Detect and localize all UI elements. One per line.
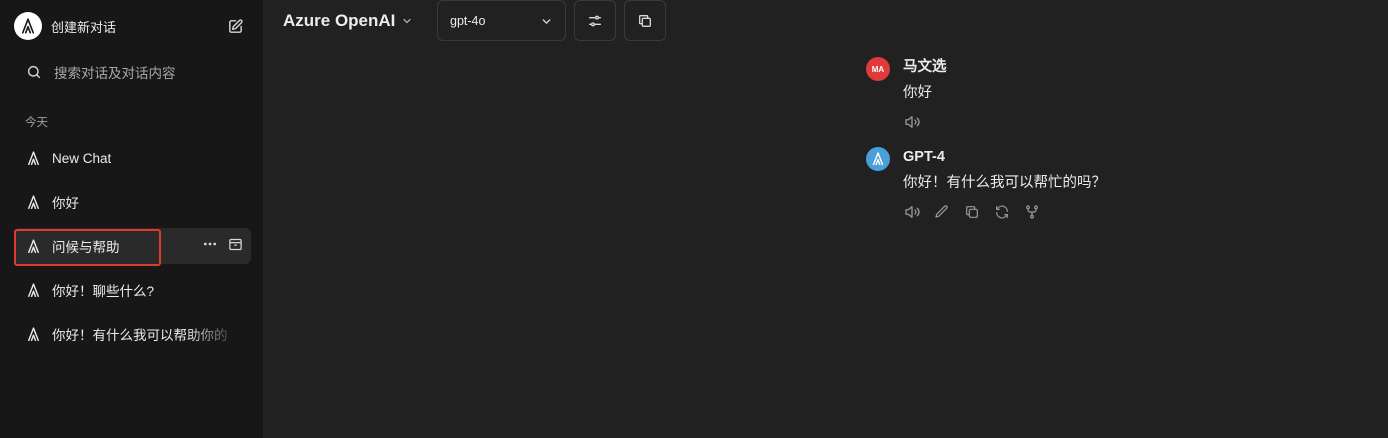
azure-logo-icon: [23, 280, 43, 300]
user-message: MA 马文选 你好: [866, 56, 1366, 131]
azure-logo-icon: [23, 148, 43, 168]
endpoint-selector[interactable]: Azure OpenAI: [283, 11, 413, 31]
search-placeholder: 搜索对话及对话内容: [54, 66, 176, 81]
message-actions: [903, 203, 1366, 221]
header: Azure OpenAI gpt-4o: [263, 0, 1388, 41]
chevron-down-icon: [542, 19, 551, 25]
message-author: 马文选: [903, 59, 947, 75]
model-select-value: gpt-4o: [450, 13, 486, 28]
fork-icon[interactable]: [1023, 203, 1041, 221]
copy-icon[interactable]: [963, 203, 981, 221]
message-list: MA 马文选 你好 GPT-4 你好！有什么我可以帮忙的吗？: [866, 56, 1366, 221]
conversation-item[interactable]: 你好: [14, 184, 251, 220]
sliders-icon: [589, 15, 601, 26]
azure-logo-icon: [23, 324, 43, 344]
search-field[interactable]: 搜索对话及对话内容: [26, 62, 176, 82]
new-chat-edit-icon[interactable]: [225, 16, 245, 36]
conversation-item[interactable]: 你好！聊些什么?: [14, 272, 251, 308]
assistant-message: GPT-4 你好！有什么我可以帮忙的吗？: [866, 146, 1366, 221]
message-text: 你好: [903, 85, 932, 101]
model-select[interactable]: gpt-4o: [437, 0, 566, 41]
more-options-icon[interactable]: [202, 236, 218, 257]
search-icon: [27, 65, 41, 79]
regenerate-icon[interactable]: [993, 203, 1011, 221]
archive-icon[interactable]: [228, 237, 243, 257]
main-panel: Azure OpenAI gpt-4o MA 马文选 你好 GPT-4 你好！有…: [263, 0, 1388, 438]
sidebar: 创建新对话 搜索对话及对话内容 今天 New Chat 你好 问候与帮助 你好！…: [0, 0, 263, 438]
conversation-label: New Chat: [52, 150, 112, 166]
conversation-item[interactable]: 你好！有什么我可以帮助你的: [14, 316, 251, 352]
copy-icon: [639, 14, 651, 27]
conversation-label: 你好！有什么我可以帮助你的: [52, 328, 228, 343]
conversation-actions: [202, 236, 243, 257]
conversation-label: 你好: [52, 196, 79, 211]
message-actions: [903, 113, 1366, 131]
copy-conversation-button[interactable]: [624, 0, 666, 41]
chevron-down-icon: [403, 18, 412, 24]
settings-button[interactable]: [574, 0, 616, 41]
new-chat-row[interactable]: 创建新对话: [14, 10, 249, 42]
message-author: GPT-4: [903, 149, 945, 165]
new-chat-label: 创建新对话: [51, 19, 117, 35]
speaker-icon[interactable]: [903, 113, 921, 131]
avatar: MA: [866, 57, 890, 81]
speaker-icon[interactable]: [903, 203, 921, 221]
app-window: 创建新对话 搜索对话及对话内容 今天 New Chat 你好 问候与帮助 你好！…: [0, 0, 1388, 438]
edit-pencil-icon[interactable]: [933, 203, 951, 221]
message-text: 你好！有什么我可以帮忙的吗？: [903, 175, 1106, 191]
azure-logo-icon: [23, 192, 43, 212]
section-title-today: 今天: [25, 117, 48, 129]
gpt-avatar-icon: [866, 147, 890, 171]
conversation-label: 你好！聊些什么?: [52, 284, 155, 299]
conversation-item[interactable]: New Chat: [14, 140, 251, 176]
endpoint-title: Azure OpenAI: [283, 11, 396, 30]
app-logo-icon: [14, 12, 42, 40]
highlight-box: [14, 229, 161, 266]
